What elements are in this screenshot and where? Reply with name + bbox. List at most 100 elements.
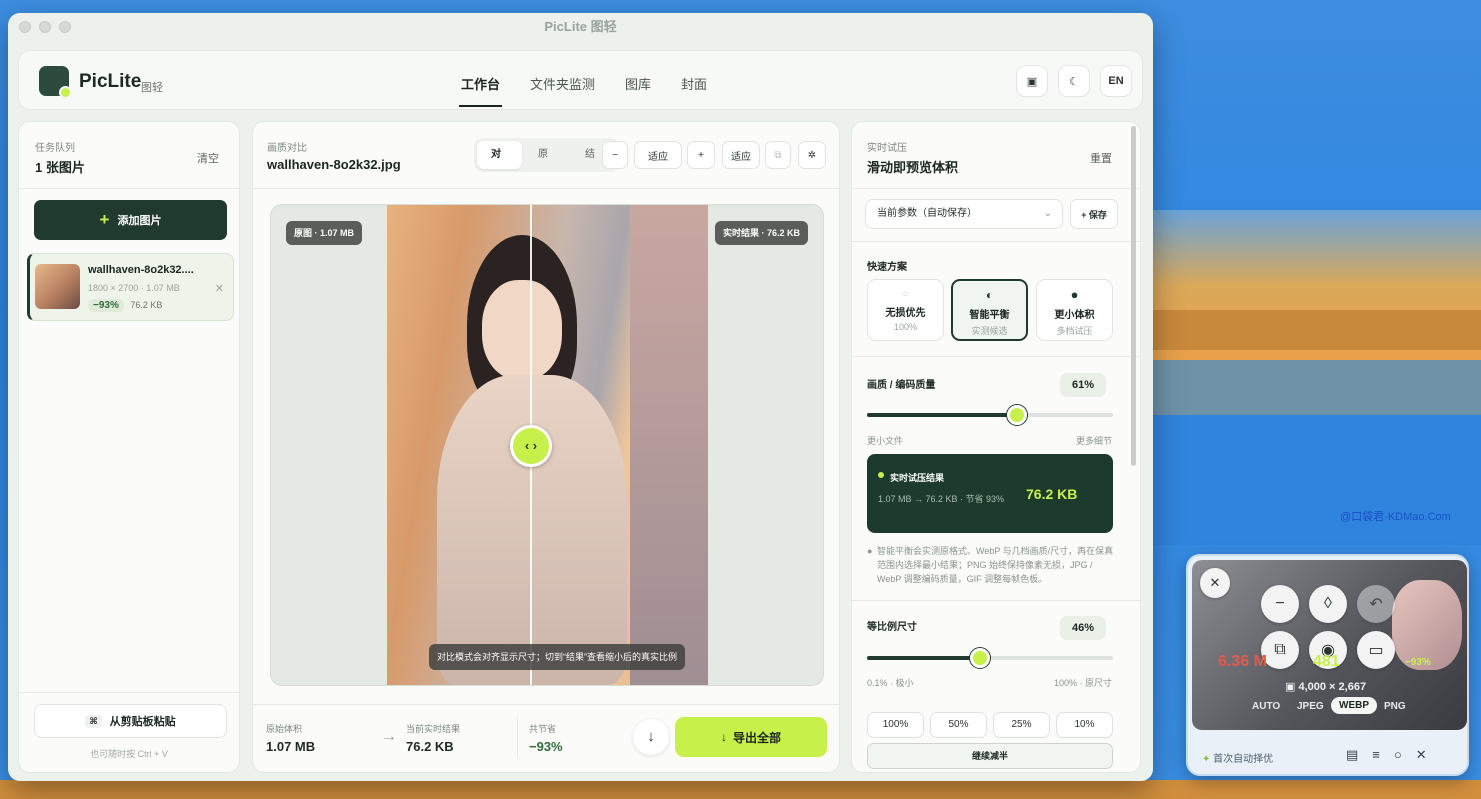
preset-title: 无损优先 <box>885 308 926 319</box>
preset-title: 更小体积 <box>1054 310 1095 321</box>
tab-gallery[interactable]: 图库 <box>625 74 651 107</box>
window-title: PicLite 图轻 <box>544 19 617 34</box>
zoom-out-button[interactable]: − <box>602 141 628 169</box>
preset-lossless[interactable]: ○ 无损优先 100% <box>867 279 944 341</box>
fit-button-2[interactable]: 适应 <box>722 141 760 169</box>
slider-fill <box>867 413 1018 417</box>
divider <box>852 241 1140 242</box>
traffic-lights <box>19 21 71 33</box>
brand-name: PicLite <box>79 71 142 92</box>
preset-sub: 100% <box>893 322 918 332</box>
export-label: 导出全部 <box>732 730 781 745</box>
circle-icon[interactable]: ○ <box>1394 747 1402 763</box>
saved-label: 共节省 <box>529 724 557 734</box>
divider <box>253 704 839 705</box>
compare-handle-icon[interactable]: ‹ › <box>510 425 552 467</box>
close-dot[interactable] <box>19 21 31 33</box>
scale-25-button[interactable]: 25% <box>993 712 1050 738</box>
document-icon[interactable]: ▤ <box>1346 747 1358 763</box>
divider <box>19 188 239 189</box>
queue-item[interactable]: wallhaven-8o2k32.... 1800 × 2700 · 1.07 … <box>27 253 234 321</box>
preset-select[interactable]: 当前参数（自动保存） ⌄ <box>865 199 1063 229</box>
queue-title: 1 张图片 <box>35 160 85 175</box>
undo-icon[interactable]: ↶ <box>1357 585 1395 623</box>
scale-slider[interactable] <box>867 648 1113 668</box>
mode-compare[interactable]: 对比 <box>477 141 522 169</box>
original-tag: 原图 · 1.07 MB <box>286 221 363 245</box>
quality-slider[interactable] <box>867 405 1113 425</box>
queue-item-name: wallhaven-8o2k32.... <box>88 264 194 276</box>
image-icon: ▣ <box>1285 681 1296 693</box>
scale-min: 0.1% · 极小 <box>867 678 914 688</box>
add-image-button[interactable]: + 添加图片 <box>34 200 227 240</box>
settings-icon[interactable]: ✲ <box>798 141 826 169</box>
slider-knob[interactable] <box>970 648 991 668</box>
format-webp[interactable]: WEBP <box>1331 697 1377 714</box>
result-card: 实时试压结果 1.07 MB → 76.2 KB · 节省 93% 76.2 K… <box>867 454 1113 533</box>
tab-folder-watch[interactable]: 文件夹监测 <box>530 74 595 107</box>
theme-moon-icon[interactable]: ☾ <box>1058 65 1090 97</box>
queue-caption: 任务队列 <box>35 143 75 154</box>
save-preset-button[interactable]: + 保存 <box>1070 199 1118 229</box>
export-all-button[interactable]: ↓ 导出全部 <box>675 717 827 757</box>
command-key-icon: ⌘ <box>85 714 102 728</box>
trial-panel: 实时试压 滑动即预览体积 重置 当前参数（自动保存） ⌄ + 保存 快速方案 ○… <box>851 121 1141 773</box>
slider-knob[interactable] <box>1007 405 1028 425</box>
zoom-in-button[interactable]: + <box>687 141 715 169</box>
result-size: 76.2 KB <box>1026 486 1078 502</box>
scale-label: 等比例尺寸 <box>867 622 917 633</box>
divider <box>253 188 839 189</box>
minimize-dot[interactable] <box>39 21 51 33</box>
close-icon[interactable]: ✕ <box>1200 568 1230 598</box>
continue-halve-button[interactable]: 继续减半 <box>867 743 1113 769</box>
divider <box>852 600 1140 601</box>
scale-max: 100% · 原尺寸 <box>1053 678 1112 688</box>
remove-item-icon[interactable]: ✕ <box>215 282 224 295</box>
scale-10-button[interactable]: 10% <box>1056 712 1113 738</box>
scrollbar[interactable] <box>1131 126 1136 466</box>
paste-hint: 也可随时按 Ctrl + V <box>90 749 168 759</box>
queue-item-meta: 1800 × 2700 · 1.07 MB <box>88 283 180 293</box>
floating-new-size: 481 <box>1313 653 1340 670</box>
preset-sub: 多档试压 <box>1056 326 1093 336</box>
close-small-icon[interactable]: ✕ <box>1416 747 1427 763</box>
sparkle-icon: ✦ <box>1202 754 1211 765</box>
note-text: ● 智能平衡会实测原格式、WebP 与几档画质/尺寸，再在保真范围内选择最小结果… <box>867 544 1115 586</box>
result-detail: 1.07 MB → 76.2 KB · 节省 93% <box>878 494 1005 504</box>
auto-best-label: ✦ 首次自动择优 <box>1202 750 1273 765</box>
menu-icon[interactable]: ≡ <box>1372 747 1380 763</box>
bullet-icon: ● <box>867 546 873 556</box>
arrow-right-icon: → <box>381 728 397 745</box>
circle-outline-icon: ○ <box>902 289 909 300</box>
zoom-dot[interactable] <box>59 21 71 33</box>
format-png[interactable]: PNG <box>1384 701 1406 712</box>
layout-toggle-icon[interactable]: ▣ <box>1016 65 1048 97</box>
compare-panel: 画质对比 wallhaven-8o2k32.jpg 对比 原图 结果 − 适应 … <box>252 121 840 773</box>
folder-icon[interactable]: ▭ <box>1357 631 1395 669</box>
floating-dims: ▣ 4,000 × 2,667 <box>1285 680 1366 693</box>
crop-icon[interactable]: ⧉ <box>765 141 791 169</box>
tab-cover[interactable]: 封面 <box>681 74 707 107</box>
language-button[interactable]: EN <box>1100 65 1132 97</box>
mode-original[interactable]: 原图 <box>524 141 569 169</box>
queue-panel: 任务队列 1 张图片 清空 + 添加图片 wallhaven-8o2k32...… <box>18 121 240 773</box>
toolbar-buttons: ▣ ☾ EN <box>1016 65 1132 97</box>
preset-sub: 实测候选 <box>971 326 1008 336</box>
tab-workbench[interactable]: 工作台 <box>458 74 503 107</box>
floating-orig-size: 6.36 M <box>1218 653 1267 670</box>
download-icon[interactable]: ↓ <box>633 719 669 755</box>
queue-item-size: 76.2 KB <box>130 300 163 310</box>
scale-50-button[interactable]: 50% <box>930 712 987 738</box>
minus-icon[interactable]: − <box>1261 585 1299 623</box>
compare-caption: 画质对比 <box>267 143 307 154</box>
fit-button[interactable]: 适应 <box>634 141 682 169</box>
clear-button[interactable]: 清空 <box>197 150 219 166</box>
drop-icon[interactable]: ◊ <box>1309 585 1347 623</box>
preset-balanced[interactable]: ◐ 智能平衡 实测候选 <box>951 279 1028 341</box>
format-auto[interactable]: AUTO <box>1252 701 1280 712</box>
scale-100-button[interactable]: 100% <box>867 712 924 738</box>
format-jpeg[interactable]: JPEG <box>1297 701 1324 712</box>
reset-button[interactable]: 重置 <box>1090 150 1112 166</box>
preset-smaller[interactable]: ● 更小体积 多档试压 <box>1036 279 1113 341</box>
paste-button[interactable]: ⌘ 从剪贴板粘贴 <box>34 704 227 738</box>
